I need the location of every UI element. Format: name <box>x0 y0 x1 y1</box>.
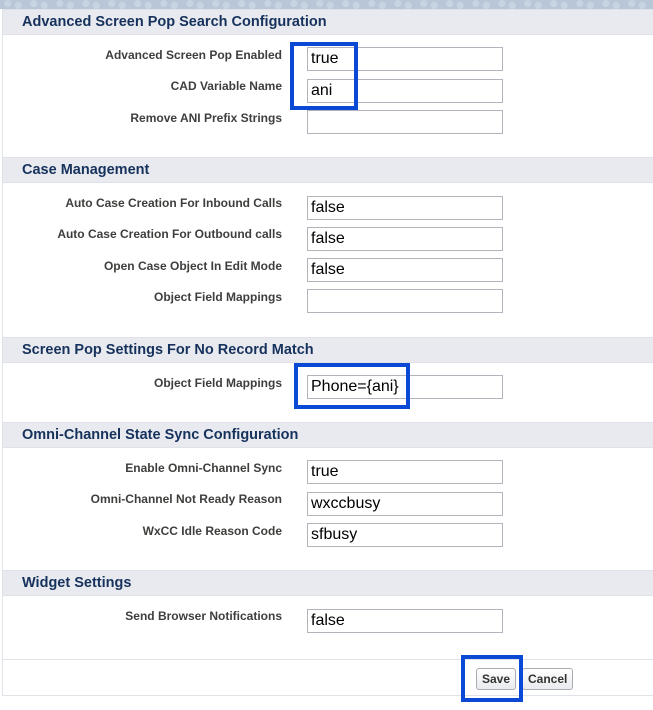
enable-omni-channel-sync-field[interactable] <box>307 460 503 484</box>
label-auto-case-outbound: Auto Case Creation For Outbound calls <box>57 227 282 241</box>
label-advanced-screen-pop-enabled: Advanced Screen Pop Enabled <box>105 48 282 62</box>
cancel-button[interactable]: Cancel <box>522 668 574 690</box>
save-button[interactable]: Save <box>476 668 517 690</box>
label-cad-variable-name: CAD Variable Name <box>170 79 282 93</box>
section-header-widget-settings: Widget Settings <box>3 570 653 596</box>
wxcc-idle-reason-code-field[interactable] <box>307 523 503 547</box>
footer-divider <box>3 659 653 660</box>
open-case-edit-mode-field[interactable] <box>307 258 503 282</box>
label-omni-channel-not-ready-reason: Omni-Channel Not Ready Reason <box>90 492 282 506</box>
advanced-screen-pop-enabled-field[interactable] <box>307 47 503 71</box>
section-header-omni-channel-sync: Omni-Channel State Sync Configuration <box>3 422 653 448</box>
label-case-object-field-mappings: Object Field Mappings <box>153 290 282 304</box>
label-enable-omni-channel-sync: Enable Omni-Channel Sync <box>125 461 282 475</box>
section-header-case-management: Case Management <box>3 157 653 183</box>
top-banner <box>0 0 653 9</box>
omni-channel-not-ready-reason-field[interactable] <box>307 492 503 516</box>
case-object-field-mappings-field[interactable] <box>307 289 503 313</box>
label-remove-ani-prefix-strings: Remove ANI Prefix Strings <box>130 111 282 125</box>
send-browser-notifications-field[interactable] <box>307 609 503 633</box>
remove-ani-prefix-strings-field[interactable] <box>307 110 503 134</box>
label-auto-case-inbound: Auto Case Creation For Inbound Calls <box>65 196 282 210</box>
cad-variable-name-field[interactable] <box>307 79 503 103</box>
auto-case-inbound-field[interactable] <box>307 196 503 220</box>
section-header-advanced-screen-pop: Advanced Screen Pop Search Configuration <box>3 9 653 35</box>
label-no-match-object-field-mappings: Object Field Mappings <box>153 376 282 390</box>
label-send-browser-notifications: Send Browser Notifications <box>125 609 282 623</box>
section-header-no-record-match: Screen Pop Settings For No Record Match <box>3 337 653 363</box>
no-match-object-field-mappings-field[interactable] <box>307 375 503 399</box>
label-open-case-edit-mode: Open Case Object In Edit Mode <box>103 259 282 273</box>
auto-case-outbound-field[interactable] <box>307 227 503 251</box>
label-wxcc-idle-reason-code: WxCC Idle Reason Code <box>142 524 282 538</box>
